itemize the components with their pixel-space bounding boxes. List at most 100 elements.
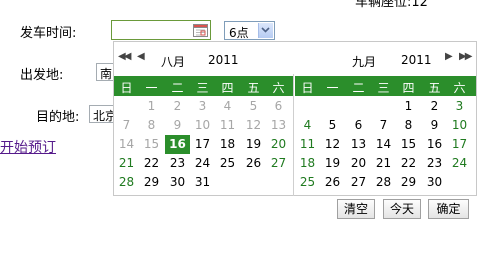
calendar-day[interactable]: 15	[396, 135, 421, 154]
calendar-day[interactable]: 28	[371, 173, 396, 192]
calendar-day[interactable]: 3	[447, 97, 472, 116]
calendar-day[interactable]: 26	[241, 154, 266, 173]
calendar-day[interactable]: 16	[165, 135, 190, 154]
calendar-icon[interactable]	[193, 23, 208, 37]
calendar-day[interactable]: 30	[422, 173, 447, 192]
start-booking-link[interactable]: 开始预订	[0, 137, 56, 157]
weekday-label: 三	[377, 81, 390, 95]
left-arrow-icon[interactable]: ◀	[137, 51, 145, 62]
clear-button[interactable]: 清空	[337, 199, 375, 219]
departure-time-label: 发车时间:	[20, 26, 77, 41]
calendar-day[interactable]: 4	[295, 116, 320, 135]
today-button[interactable]: 今天	[383, 199, 421, 219]
calendar-day: 5	[249, 99, 258, 113]
calendar-day[interactable]: 6	[346, 116, 371, 135]
calendar-day[interactable]: 25	[215, 154, 240, 173]
calendar-day: 15	[143, 137, 160, 151]
calendar-day[interactable]: 18	[215, 135, 240, 154]
date-picker-popup: ◀◀ ◀ 八月 2011 日 一 二 三 四 五 六 1 2 3 4 5 6 7 8 9 10 11…	[113, 41, 477, 219]
calendar-day[interactable]: 11	[295, 135, 320, 154]
calendar-day[interactable]: 5	[320, 116, 345, 135]
month-year: 2011	[401, 53, 432, 67]
double-left-arrow-icon[interactable]: ◀◀	[118, 51, 131, 62]
calendar-day: 9	[173, 118, 182, 132]
weekday-header: 日 一 二 三 四 五 六	[295, 76, 476, 96]
calendar-day[interactable]: 1	[396, 97, 421, 116]
weekday-label: 三	[196, 81, 209, 95]
calendar-day[interactable]: 19	[241, 135, 266, 154]
calendar-day: 3	[198, 99, 207, 113]
calendar-day[interactable]: 13	[346, 135, 371, 154]
calendar-day: 13	[270, 118, 287, 132]
calendar-day[interactable]: 17	[447, 135, 472, 154]
calendar-day[interactable]: 21	[114, 154, 139, 173]
calendar-day[interactable]: 21	[371, 154, 396, 173]
calendar-day[interactable]: 23	[422, 154, 447, 173]
month-divider	[293, 74, 294, 196]
hour-select[interactable]: 6点	[224, 21, 275, 40]
calendar-day[interactable]: 17	[190, 135, 215, 154]
calendar-day[interactable]: 20	[346, 154, 371, 173]
destination-input[interactable]: 北京	[89, 105, 116, 123]
calendar-day[interactable]: 29	[396, 173, 421, 192]
calendar-day-empty	[320, 97, 345, 116]
calendar-day-empty	[266, 173, 291, 192]
weekday-label: 日	[120, 81, 133, 95]
calendar-day: 6	[274, 99, 283, 113]
calendar-day[interactable]: 9	[422, 116, 447, 135]
calendar-day[interactable]: 26	[320, 173, 345, 192]
confirm-button[interactable]: 确定	[428, 199, 469, 219]
calendar-day[interactable]: 18	[295, 154, 320, 173]
calendar-day-empty	[447, 173, 472, 192]
calendar-day[interactable]: 12	[320, 135, 345, 154]
weekday-label: 六	[453, 81, 466, 95]
calendar-day: 4	[223, 99, 232, 113]
calendar-day[interactable]: 10	[447, 116, 472, 135]
calendar-day-empty	[371, 97, 396, 116]
calendar-day[interactable]: 24	[447, 154, 472, 173]
weekday-label: 二	[352, 81, 365, 95]
calendar-day[interactable]: 7	[371, 116, 396, 135]
calendar-day[interactable]: 29	[139, 173, 164, 192]
calendar-day[interactable]: 31	[190, 173, 215, 192]
weekday-header: 日 一 二 三 四 五 六	[114, 76, 293, 96]
calendar-day[interactable]: 23	[165, 154, 190, 173]
right-arrow-icon[interactable]: ▶	[445, 51, 453, 62]
calendar-button-bar: 清空 今天 确定	[294, 199, 477, 221]
month-year: 2011	[208, 53, 239, 67]
calendar-day[interactable]: 14	[371, 135, 396, 154]
calendar-day[interactable]: 8	[396, 116, 421, 135]
calendar-day: 10	[194, 118, 211, 132]
calendar-day: 2	[173, 99, 182, 113]
weekday-label: 一	[145, 81, 158, 95]
calendar-day[interactable]: 16	[422, 135, 447, 154]
weekday-label: 四	[402, 81, 415, 95]
calendar-day[interactable]: 22	[139, 154, 164, 173]
calendar-day-empty	[295, 97, 320, 116]
calendar-day[interactable]: 30	[165, 173, 190, 192]
weekday-label: 四	[221, 81, 234, 95]
double-right-arrow-icon[interactable]: ▶▶	[459, 51, 472, 62]
weekday-label: 日	[301, 81, 314, 95]
seat-count-text: 车辆座位:12	[355, 0, 428, 10]
calendar-day[interactable]: 28	[114, 173, 139, 192]
calendar-day[interactable]: 25	[295, 173, 320, 192]
calendar-day: 1	[147, 99, 156, 113]
weekday-label: 一	[326, 81, 339, 95]
calendar-day-empty	[114, 97, 139, 116]
calendar-day: 14	[118, 137, 135, 151]
calendar-day[interactable]: 2	[422, 97, 447, 116]
calendar-day[interactable]: 27	[346, 173, 371, 192]
weekday-label: 五	[247, 81, 260, 95]
calendar-day[interactable]: 22	[396, 154, 421, 173]
chevron-down-icon[interactable]	[258, 23, 273, 38]
calendar-day: 12	[245, 118, 262, 132]
calendar-day-empty	[215, 173, 240, 192]
calendar-day[interactable]: 20	[266, 135, 291, 154]
calendar-day[interactable]: 19	[320, 154, 345, 173]
calendar-day[interactable]: 24	[190, 154, 215, 173]
hour-select-value: 6点	[229, 26, 249, 40]
month-header: 九月 2011 ▶ ▶▶	[295, 42, 476, 76]
month-name: 九月	[352, 55, 377, 69]
calendar-day[interactable]: 27	[266, 154, 291, 173]
